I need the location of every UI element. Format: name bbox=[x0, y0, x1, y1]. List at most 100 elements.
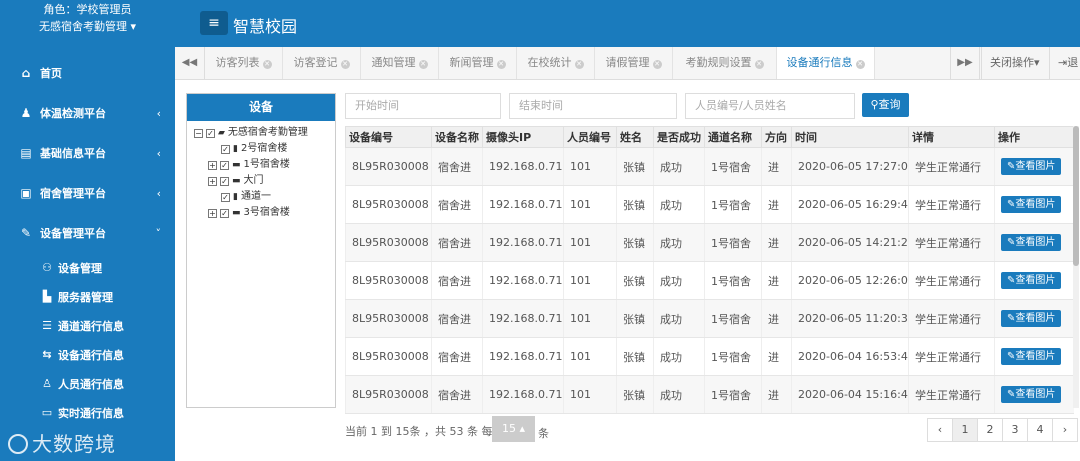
sidebar-item-basic-info[interactable]: ▤ 基础信息平台 ‹ bbox=[0, 133, 175, 173]
page-button-4[interactable]: 4 bbox=[1027, 418, 1053, 442]
double-left-arrow-icon: ◀◀ bbox=[181, 57, 198, 68]
table-scrollbar[interactable] bbox=[1073, 126, 1079, 408]
tab-scroll-left-button[interactable]: ◀◀ bbox=[175, 47, 205, 79]
view-image-button[interactable]: ✎查看图片 bbox=[1001, 348, 1062, 365]
tab-leave[interactable]: 请假管理 ✕ bbox=[595, 47, 673, 79]
logout-button[interactable]: ⇥退出 bbox=[1049, 47, 1080, 101]
sidebar-item-device-platform[interactable]: ✎ 设备管理平台 ˅ bbox=[0, 213, 175, 253]
checkbox-icon[interactable]: ✓ bbox=[206, 128, 215, 138]
close-icon[interactable]: ✕ bbox=[855, 60, 865, 69]
direction-cell: 进 bbox=[761, 185, 792, 224]
column-header[interactable]: 时间 bbox=[791, 126, 909, 148]
sidebar-item-dorm[interactable]: ▣ 宿舍管理平台 ‹ bbox=[0, 173, 175, 213]
column-header[interactable]: 人员编号 bbox=[563, 126, 617, 148]
checkbox-icon[interactable]: ✓ bbox=[221, 192, 230, 202]
expand-icon[interactable]: + bbox=[208, 160, 217, 170]
sitemap-icon: ⚇ bbox=[42, 261, 52, 274]
end-time-input[interactable]: 结束时间 bbox=[509, 93, 677, 119]
close-icon[interactable]: ✕ bbox=[496, 60, 506, 69]
tab-notice[interactable]: 通知管理 ✕ bbox=[361, 47, 439, 79]
view-image-button[interactable]: ✎查看图片 bbox=[1001, 196, 1062, 213]
sidebar-subitem-server[interactable]: ▙ 服务器管理 bbox=[0, 282, 175, 311]
column-header[interactable]: 设备名称 bbox=[431, 126, 483, 148]
close-icon[interactable]: ✕ bbox=[652, 60, 662, 69]
column-header[interactable]: 姓名 bbox=[616, 126, 654, 148]
view-image-button[interactable]: ✎查看图片 bbox=[1001, 310, 1062, 327]
detail-cell: 学生正常通行 bbox=[908, 261, 995, 300]
column-header[interactable]: 是否成功 bbox=[653, 126, 705, 148]
tab-device-pass[interactable]: 设备通行信息 ✕ bbox=[777, 47, 875, 79]
checkbox-icon[interactable]: ✓ bbox=[221, 144, 230, 154]
view-image-button[interactable]: ✎查看图片 bbox=[1001, 386, 1062, 403]
close-icon[interactable]: ✕ bbox=[418, 60, 428, 69]
main-content: 设备 − ✓ ▰ 无感宿舍考勤管理 ✓ ▮ 2号宿舍楼 + ✓ ▬ 1号宿舍楼 + ✓ ▬ 大门 ✓ ▮… bbox=[175, 80, 1080, 461]
sidebar-item-home[interactable]: ⌂ 首页 bbox=[0, 53, 175, 93]
tree-node[interactable]: ✓ ▮ 2号宿舍楼 bbox=[221, 142, 287, 156]
close-icon[interactable]: ✕ bbox=[574, 60, 584, 69]
expand-icon[interactable]: + bbox=[208, 208, 217, 218]
column-header[interactable]: 通道名称 bbox=[704, 126, 762, 148]
view-image-button[interactable]: ✎查看图片 bbox=[1001, 158, 1062, 175]
tab-school-stats[interactable]: 在校统计 ✕ bbox=[517, 47, 595, 79]
column-header[interactable]: 摄像头IP bbox=[482, 126, 564, 148]
name-cell: 张镇 bbox=[616, 261, 654, 300]
collapse-icon[interactable]: − bbox=[194, 128, 203, 138]
unit-dropdown[interactable]: 无感宿舍考勤管理 ▾ bbox=[0, 17, 175, 34]
column-header[interactable]: 方向 bbox=[761, 126, 792, 148]
sidebar-subitem-realtime-pass[interactable]: ▭ 实时通行信息 bbox=[0, 398, 175, 427]
page-button-1[interactable]: 1 bbox=[952, 418, 978, 442]
sidebar-subitem-device-pass[interactable]: ⇆ 设备通行信息 bbox=[0, 340, 175, 369]
tab-news[interactable]: 新闻管理 ✕ bbox=[439, 47, 517, 79]
chevron-left-icon: ‹ bbox=[156, 186, 161, 200]
tree-node[interactable]: + ✓ ▬ 3号宿舍楼 bbox=[208, 206, 290, 220]
column-header[interactable]: 设备编号 bbox=[345, 126, 432, 148]
camera-ip-cell: 192.168.0.71 bbox=[482, 223, 564, 262]
topbar: ≡ 智慧校园 bbox=[175, 0, 1080, 47]
device-tree-panel: 设备 − ✓ ▰ 无感宿舍考勤管理 ✓ ▮ 2号宿舍楼 + ✓ ▬ 1号宿舍楼 + ✓ ▬ 大门 ✓ ▮… bbox=[186, 93, 336, 408]
column-header[interactable]: 详情 bbox=[908, 126, 995, 148]
checkbox-icon[interactable]: ✓ bbox=[220, 176, 229, 186]
name-cell: 张镇 bbox=[616, 147, 654, 186]
channel-cell: 1号宿舍 bbox=[704, 223, 762, 262]
person-id-cell: 101 bbox=[563, 185, 617, 224]
sidebar-subitem-channel-pass[interactable]: ☰ 通道通行信息 bbox=[0, 311, 175, 340]
page-next-button[interactable]: › bbox=[1052, 418, 1078, 442]
close-icon[interactable]: ✕ bbox=[340, 60, 350, 69]
view-image-button[interactable]: ✎查看图片 bbox=[1001, 234, 1062, 251]
tree-node[interactable]: + ✓ ▬ 大门 bbox=[208, 174, 264, 188]
start-time-input[interactable]: 开始时间 bbox=[345, 93, 501, 119]
folder-icon: ▬ bbox=[232, 176, 241, 186]
page-button-3[interactable]: 3 bbox=[1002, 418, 1028, 442]
column-header[interactable]: 操作 bbox=[994, 126, 1074, 148]
page-size-select[interactable]: 15 ▴ bbox=[492, 416, 535, 442]
tree-node-root[interactable]: − ✓ ▰ 无感宿舍考勤管理 bbox=[194, 126, 308, 140]
device-name-cell: 宿舍进 bbox=[431, 299, 483, 338]
sidebar-item-temperature[interactable]: ♟ 体温检测平台 ‹ bbox=[0, 93, 175, 133]
tab-visitor-list[interactable]: 访客列表 ✕ bbox=[205, 47, 283, 79]
page-button-2[interactable]: 2 bbox=[977, 418, 1003, 442]
close-icon[interactable]: ✕ bbox=[262, 60, 272, 69]
query-button[interactable]: ⚲查询 bbox=[862, 93, 909, 117]
close-icon[interactable]: ✕ bbox=[754, 60, 764, 69]
checkbox-icon[interactable]: ✓ bbox=[220, 208, 229, 218]
tree-node[interactable]: ✓ ▮ 通道一 bbox=[221, 190, 271, 204]
scrollbar-thumb[interactable] bbox=[1073, 126, 1079, 266]
person-search-input[interactable]: 人员编号/人员姓名 bbox=[685, 93, 855, 119]
tab-attendance-rules[interactable]: 考勤规则设置 ✕ bbox=[673, 47, 777, 79]
sidebar-subitem-person-pass[interactable]: ♙ 人员通行信息 bbox=[0, 369, 175, 398]
person-id-cell: 101 bbox=[563, 299, 617, 338]
sidebar-subitem-device-manage[interactable]: ⚇ 设备管理 bbox=[0, 253, 175, 282]
success-cell: 成功 bbox=[653, 337, 705, 376]
caret-down-icon: ▾ bbox=[130, 20, 137, 33]
tab-scroll-right-button[interactable]: ▶▶ bbox=[950, 47, 980, 79]
page-prev-button[interactable]: ‹ bbox=[927, 418, 953, 442]
table-row: 8L95R030008 宿舍进 192.168.0.71 101 张镇 成功 1号宿舍进 20… bbox=[345, 261, 1074, 300]
tree-node[interactable]: + ✓ ▬ 1号宿舍楼 bbox=[208, 158, 290, 172]
menu-toggle-button[interactable]: ≡ bbox=[200, 11, 228, 35]
expand-icon[interactable]: + bbox=[208, 176, 217, 186]
tab-visitor-register[interactable]: 访客登记 ✕ bbox=[283, 47, 361, 79]
checkbox-icon[interactable]: ✓ bbox=[220, 160, 229, 170]
action-cell: ✎查看图片 bbox=[994, 223, 1074, 262]
close-operations-dropdown[interactable]: 关闭操作▾ bbox=[981, 47, 1049, 79]
view-image-button[interactable]: ✎查看图片 bbox=[1001, 272, 1062, 289]
